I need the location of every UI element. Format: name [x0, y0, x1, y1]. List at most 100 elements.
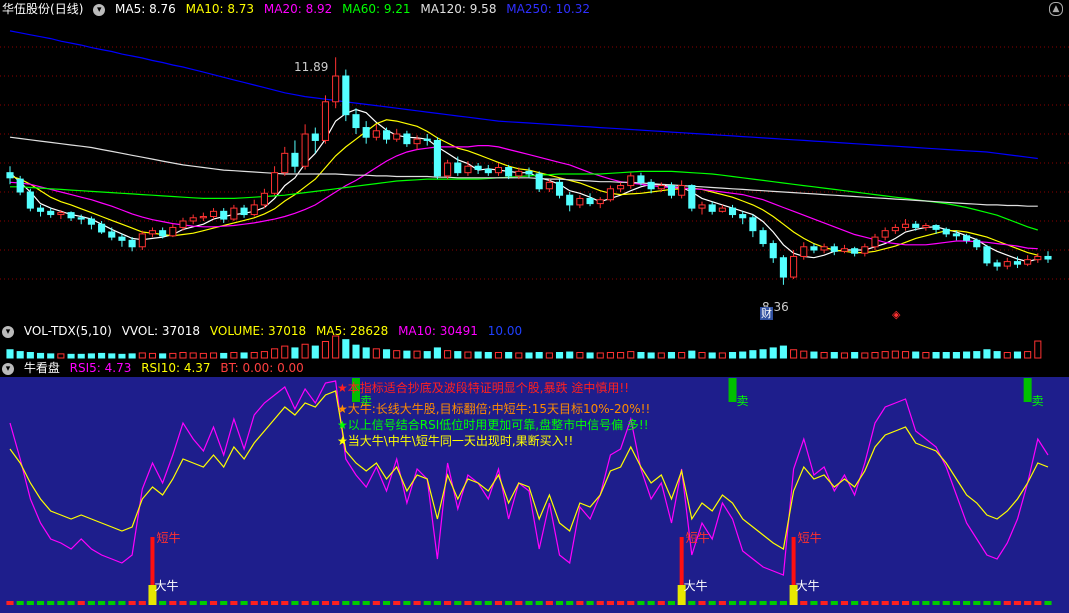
volume-bar [220, 352, 228, 359]
candle-body [779, 257, 787, 278]
candle-body [311, 133, 319, 141]
indicator-title: 牛看盘 [23, 361, 60, 375]
volume-bar [708, 352, 716, 359]
trend-strip-cell [209, 601, 218, 605]
trend-strip-cell [1034, 601, 1042, 605]
candle-body [342, 75, 350, 116]
volume-bar [362, 347, 370, 359]
volume-bar [586, 352, 594, 359]
volume-bar [688, 350, 696, 359]
candle-body [464, 165, 472, 174]
candle-body [790, 255, 798, 278]
trend-strip-cell [698, 601, 706, 605]
trend-strip-cell [423, 601, 431, 605]
trend-strip-cell [311, 601, 319, 605]
bt2-legend: : 0.00 [269, 361, 304, 375]
candle-body [810, 246, 818, 251]
candle-body [963, 235, 971, 241]
candle-body [617, 185, 625, 190]
trend-strip-cell [749, 601, 757, 605]
volume-bar [983, 349, 991, 359]
ma-line-ma5 [9, 108, 1038, 263]
volume-pane[interactable]: ▾ VOL-TDX(5,10) VVOL: 37018 VOLUME: 3701… [0, 322, 1069, 359]
trend-strip-cell [260, 601, 268, 605]
dropdown-icon[interactable]: ▾ [2, 362, 14, 375]
trend-strip-cell [555, 601, 564, 605]
volume-bar [57, 353, 65, 359]
trend-strip-cell [433, 601, 441, 605]
indicator-pane[interactable]: 短牛 大牛 短牛 大牛 短牛 大牛卖卖卖 ▾ 牛看盘 RSI5: 4.73 RSI10: … [0, 359, 1069, 613]
candle-body [36, 207, 45, 212]
trend-strip-cell [881, 601, 889, 605]
ma-line-ma250 [9, 30, 1038, 160]
trend-strip-cell [952, 601, 960, 605]
price-header: 华伍股份(日线) ▾ MA5: 8.76 MA10: 8.73 MA20: 8.… [0, 0, 596, 18]
trend-strip-cell [942, 601, 950, 605]
candle-body [515, 170, 523, 177]
price-chart[interactable] [0, 0, 1069, 322]
volume-bar [128, 353, 136, 359]
candle-body [118, 236, 126, 241]
collapse-icon[interactable]: ▲ [1049, 2, 1063, 16]
volume-bar [993, 351, 1001, 359]
candle-body [586, 197, 594, 205]
ma20-legend: MA20: 8.92 [263, 2, 333, 16]
trend-strip-cell [515, 601, 523, 605]
volume-bar [444, 350, 452, 359]
event-marker-finance[interactable]: 财 [760, 307, 773, 320]
trend-strip-cell [759, 601, 767, 605]
trend-strip-cell [1003, 601, 1011, 605]
candle-body [728, 207, 737, 216]
volume-bar [891, 350, 899, 359]
volume-bar [901, 351, 910, 359]
trend-strip-cell [57, 601, 65, 605]
rsi-chart[interactable]: 短牛大牛短牛大牛短牛大牛卖卖卖 [0, 359, 1069, 613]
candle-body [952, 233, 960, 237]
trend-strip-cell [566, 601, 574, 605]
stock-name: 华伍股份 [2, 2, 51, 16]
candle-body [494, 167, 503, 174]
trend-strip-cell [342, 601, 350, 605]
high-price-label: 11.89 [294, 60, 329, 74]
trend-strip-cell [199, 601, 207, 605]
trend-strip-cell [739, 601, 747, 605]
note-line-4: ★当大牛\中牛\短牛同一天出现时,果断买入!! [337, 434, 574, 448]
volume-bar [301, 343, 309, 359]
candle-body [444, 162, 452, 177]
price-chart-pane[interactable]: 华伍股份(日线) ▾ MA5: 8.76 MA10: 8.73 MA20: 8.… [0, 0, 1069, 322]
dropdown-icon[interactable]: ▾ [93, 3, 106, 16]
volume-bar [769, 347, 777, 359]
volume-bar [1013, 351, 1022, 359]
volume-bar [820, 352, 828, 359]
volume-bar [209, 352, 218, 359]
volume-bar [423, 351, 431, 359]
candle-body [535, 173, 543, 190]
candle-body [566, 194, 574, 206]
volume-header: ▾ VOL-TDX(5,10) VVOL: 37018 VOLUME: 3701… [0, 322, 528, 340]
trend-strip-cell [67, 601, 75, 605]
event-marker-right[interactable]: ◈ [892, 308, 900, 321]
candle-body [871, 236, 879, 248]
candle-body [67, 212, 75, 219]
candle-body [912, 223, 920, 228]
trend-strip-cell [932, 601, 940, 605]
trend-strip-cell [871, 601, 879, 605]
note-line-2: ★大牛:长线大牛股,目标翻倍;中短牛:15天目标10%-20%!! [337, 402, 651, 416]
trend-strip-cell [220, 601, 228, 605]
candle-body [423, 138, 431, 141]
trend-strip-cell [769, 601, 777, 605]
trend-strip-cell [403, 601, 411, 605]
candle-body [698, 204, 706, 209]
trend-strip-cell [108, 601, 116, 605]
candle-body [271, 172, 279, 194]
trend-strip-cell [87, 601, 95, 605]
dropdown-icon[interactable]: ▾ [2, 325, 14, 338]
volume-bar [1003, 352, 1011, 359]
trend-strip-cell [728, 601, 737, 605]
trend-strip-cell [230, 601, 238, 605]
volume-bar [240, 352, 248, 359]
trend-strip-cell [240, 601, 248, 605]
sell-bar [728, 378, 737, 402]
candle-body [382, 130, 391, 140]
candle-body [159, 230, 167, 237]
